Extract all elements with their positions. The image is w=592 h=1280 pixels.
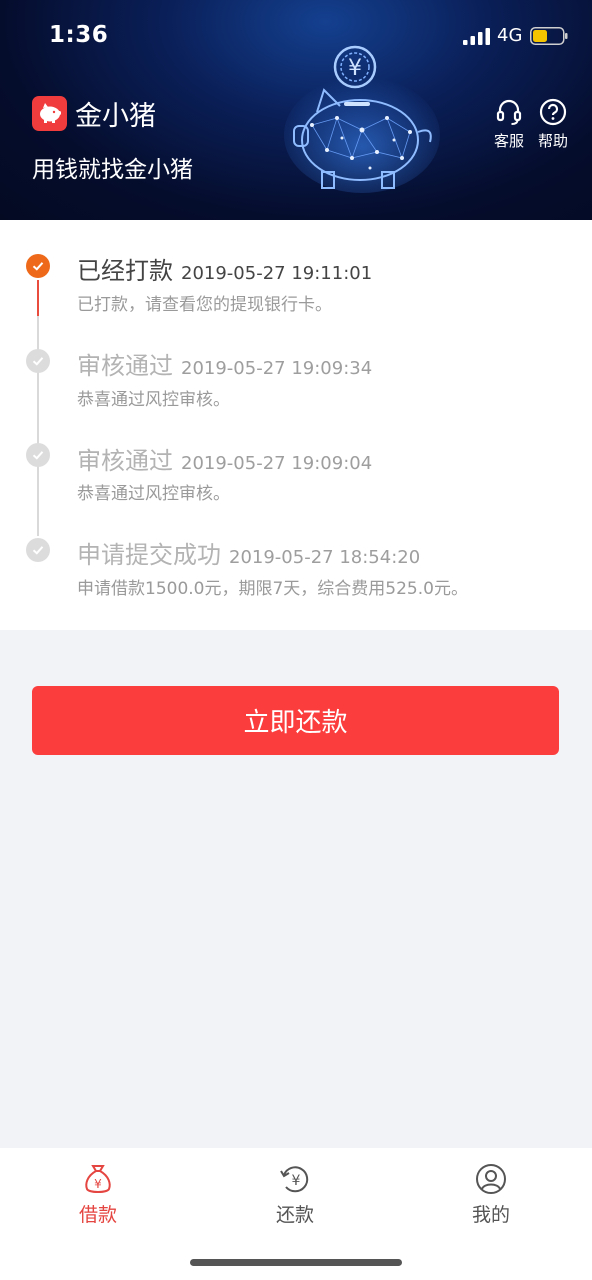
timeline-item-title: 审核通过 2019-05-27 19:09:34 bbox=[77, 346, 372, 381]
money-bag-icon: ¥ bbox=[85, 1165, 111, 1193]
timeline-item-title: 审核通过 2019-05-27 19:09:04 bbox=[77, 441, 372, 476]
help-icon bbox=[539, 98, 567, 126]
repay-now-button[interactable]: 立即还款 bbox=[32, 686, 559, 755]
help-label: 帮助 bbox=[537, 132, 568, 150]
app-header: 1:36 4G 金小猪 用钱就找金小猪 ¥ 客服 帮助 bbox=[0, 0, 592, 220]
brand-name: 金小猪 bbox=[75, 100, 156, 132]
tab-borrow-label: 借款 bbox=[78, 1204, 117, 1226]
check-icon bbox=[26, 349, 50, 373]
timeline-item-title: 申请提交成功 2019-05-27 18:54:20 bbox=[77, 535, 420, 570]
tab-repay[interactable]: ¥ 还款 bbox=[255, 1162, 335, 1227]
loan-status-timeline: 已经打款 2019-05-27 19:11:01 已打款，请查看您的提现银行卡。 … bbox=[0, 220, 592, 630]
status-time: 2019-05-27 19:11:01 bbox=[181, 263, 373, 284]
status-desc: 已打款，请查看您的提现银行卡。 bbox=[77, 295, 332, 315]
status-title: 审核通过 bbox=[77, 352, 173, 380]
check-active-icon bbox=[26, 254, 50, 278]
status-time: 2019-05-27 18:54:20 bbox=[229, 547, 421, 568]
status-time: 2019-05-27 19:09:34 bbox=[181, 358, 373, 379]
status-title: 审核通过 bbox=[77, 447, 173, 475]
customer-service-label: 客服 bbox=[493, 132, 524, 150]
brand: 金小猪 bbox=[32, 95, 156, 132]
pig-logo-icon bbox=[32, 95, 67, 131]
repay-yen-icon: ¥ bbox=[280, 1166, 309, 1193]
check-icon bbox=[26, 443, 50, 467]
signal-icon bbox=[463, 28, 490, 45]
user-icon bbox=[476, 1164, 506, 1194]
tab-repay-label: 还款 bbox=[275, 1204, 314, 1226]
status-desc: 申请借款1500.0元，期限7天，综合费用525.0元。 bbox=[77, 579, 468, 599]
svg-text:¥: ¥ bbox=[94, 1177, 102, 1191]
status-time: 2019-05-27 19:09:04 bbox=[181, 453, 373, 474]
customer-service-button[interactable]: 客服 bbox=[489, 98, 529, 151]
home-indicator[interactable] bbox=[190, 1259, 402, 1266]
status-desc: 恭喜通过风控审核。 bbox=[77, 390, 230, 410]
check-icon bbox=[26, 538, 50, 562]
tab-borrow[interactable]: ¥ 借款 bbox=[58, 1162, 138, 1227]
tab-mine-label: 我的 bbox=[471, 1204, 510, 1226]
status-title: 申请提交成功 bbox=[77, 541, 221, 569]
slogan: 用钱就找金小猪 bbox=[32, 157, 193, 183]
network-type: 4G bbox=[497, 25, 523, 46]
battery-icon bbox=[530, 27, 568, 45]
svg-text:¥: ¥ bbox=[292, 1173, 301, 1189]
status-title: 已经打款 bbox=[77, 257, 173, 285]
status-time: 1:36 bbox=[49, 22, 109, 48]
timeline-item-title: 已经打款 2019-05-27 19:11:01 bbox=[77, 251, 372, 286]
headset-icon bbox=[496, 99, 522, 125]
tab-mine[interactable]: 我的 bbox=[451, 1162, 531, 1227]
piggy-bank-illustration: ¥ bbox=[284, 45, 440, 193]
help-button[interactable]: 帮助 bbox=[533, 98, 573, 151]
svg-text:¥: ¥ bbox=[348, 56, 362, 81]
status-desc: 恭喜通过风控审核。 bbox=[77, 484, 230, 504]
timeline-line-active bbox=[37, 280, 39, 316]
